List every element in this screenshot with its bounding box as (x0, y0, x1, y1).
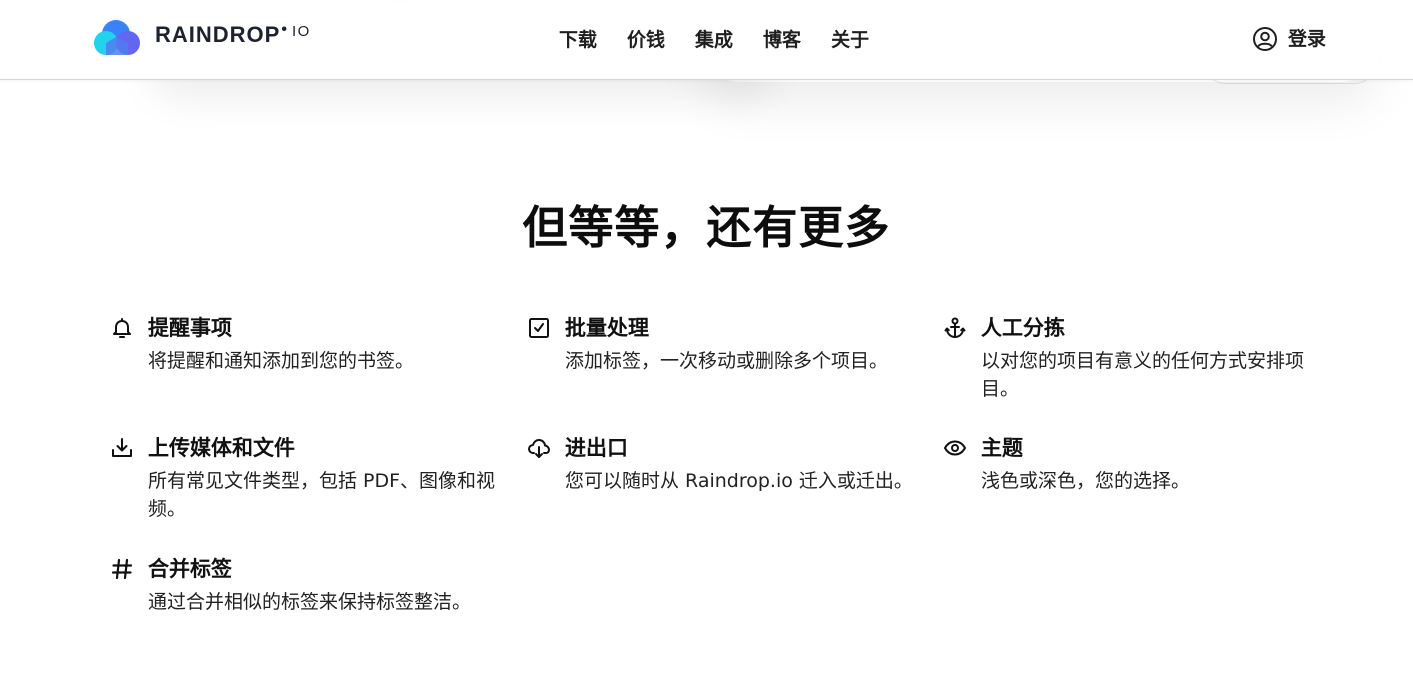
download-icon (112, 438, 132, 457)
logo-suffix: IO (291, 23, 311, 40)
raindrop-logo-icon (94, 20, 140, 55)
feature-title: 主题 (981, 436, 1023, 460)
bell-icon (113, 318, 131, 338)
login-button[interactable]: 登录 (1252, 26, 1326, 52)
login-label: 登录 (1288, 28, 1327, 50)
feature-title: 批量处理 (565, 316, 649, 340)
nav-item-pricing[interactable]: 价钱 (627, 27, 665, 53)
hashtag-icon (111, 558, 133, 580)
logo[interactable]: RAINDROP• IO (93, 17, 311, 57)
feature-title: 上传媒体和文件 (148, 436, 295, 460)
nav-item-blog[interactable]: 博客 (763, 27, 801, 53)
checkbox-icon (529, 318, 549, 338)
logo-dot: • (281, 21, 288, 38)
user-circle-icon (1253, 27, 1277, 51)
feature-description: 以对您的项目有意义的任何方式安排项目。 (981, 350, 1305, 400)
nav-item-about[interactable]: 关于 (831, 27, 869, 53)
feature-description: 浅色或深色，您的选择。 (981, 470, 1191, 492)
feature-title: 合并标签 (148, 557, 232, 581)
feature-description: 您可以随时从 Raindrop.io 迁入或迁出。 (565, 470, 913, 492)
cloud-download-icon (528, 439, 550, 458)
main-nav: 下载 价钱 集成 博客 关于 (559, 27, 869, 53)
feature-description: 添加标签，一次移动或删除多个项目。 (565, 350, 889, 372)
nav-item-integrations[interactable]: 集成 (695, 27, 733, 53)
logo-name: RAINDROP (155, 22, 281, 47)
page: RAINDROP• IO 下载 价钱 集成 博客 关于 登录 但等等，还有更多 提… (0, 0, 1413, 697)
logo-text: RAINDROP• IO (155, 21, 311, 48)
feature-title: 提醒事项 (148, 316, 232, 340)
feature-title: 进出口 (565, 436, 628, 460)
feature-description: 所有常见文件类型，包括 PDF、图像和视频。 (148, 470, 496, 520)
feature-description: 将提醒和通知添加到您的书签。 (148, 350, 415, 372)
anchor-icon (944, 317, 966, 338)
eye-icon (944, 440, 966, 456)
top-header: RAINDROP• IO 下载 价钱 集成 博客 关于 登录 (0, 0, 1413, 80)
feature-description: 通过合并相似的标签来保持标签整洁。 (148, 591, 472, 613)
section-title: 但等等，还有更多 (522, 201, 891, 254)
feature-title: 人工分拣 (981, 316, 1065, 340)
nav-item-download[interactable]: 下载 (559, 27, 597, 53)
